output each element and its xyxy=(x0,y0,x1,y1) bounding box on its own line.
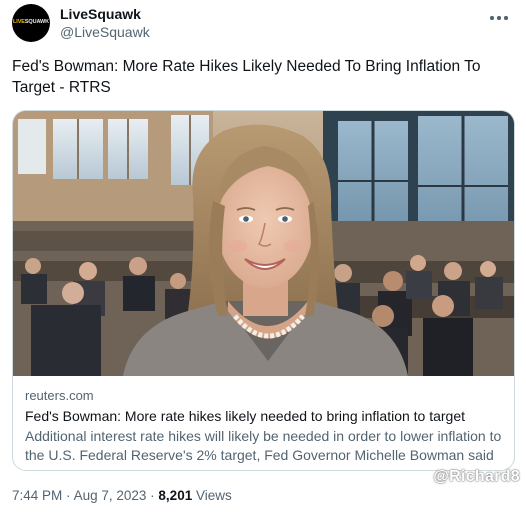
card-domain: reuters.com xyxy=(25,388,94,403)
tweet-text: Fed's Bowman: More Rate Hikes Likely Nee… xyxy=(12,58,481,96)
card-meta: reuters.com Fed's Bowman: More rate hike… xyxy=(25,387,507,470)
tweet-date[interactable]: Aug 7, 2023 xyxy=(74,488,147,503)
meta-separator: · xyxy=(66,488,71,503)
card-description: Additional interest rate hikes will like… xyxy=(25,428,502,470)
tweet-header: LIVESQUAWK LiveSquawk @LiveSquawk xyxy=(12,4,514,44)
avatar-logo: LIVESQUAWK xyxy=(13,19,49,25)
more-icon[interactable] xyxy=(488,10,510,26)
meta-separator: · xyxy=(150,488,155,503)
avatar[interactable]: LIVESQUAWK xyxy=(12,4,50,42)
author-names: LiveSquawk @LiveSquawk xyxy=(60,5,150,41)
user-handle[interactable]: @LiveSquawk xyxy=(60,23,150,41)
views-label: Views xyxy=(195,488,232,503)
watermark: @Richard8 xyxy=(433,468,520,485)
card-title[interactable]: Fed's Bowman: More rate hikes likely nee… xyxy=(25,407,507,426)
tweet-time[interactable]: 7:44 PM xyxy=(12,488,62,503)
link-card[interactable]: reuters.com Fed's Bowman: More rate hike… xyxy=(12,110,515,471)
display-name[interactable]: LiveSquawk xyxy=(60,5,150,23)
views-count: 8,201 xyxy=(158,488,193,503)
article-photo[interactable] xyxy=(13,111,515,376)
tweet-meta: 7:44 PM · Aug 7, 2023 · 8,201 Views xyxy=(12,487,232,505)
